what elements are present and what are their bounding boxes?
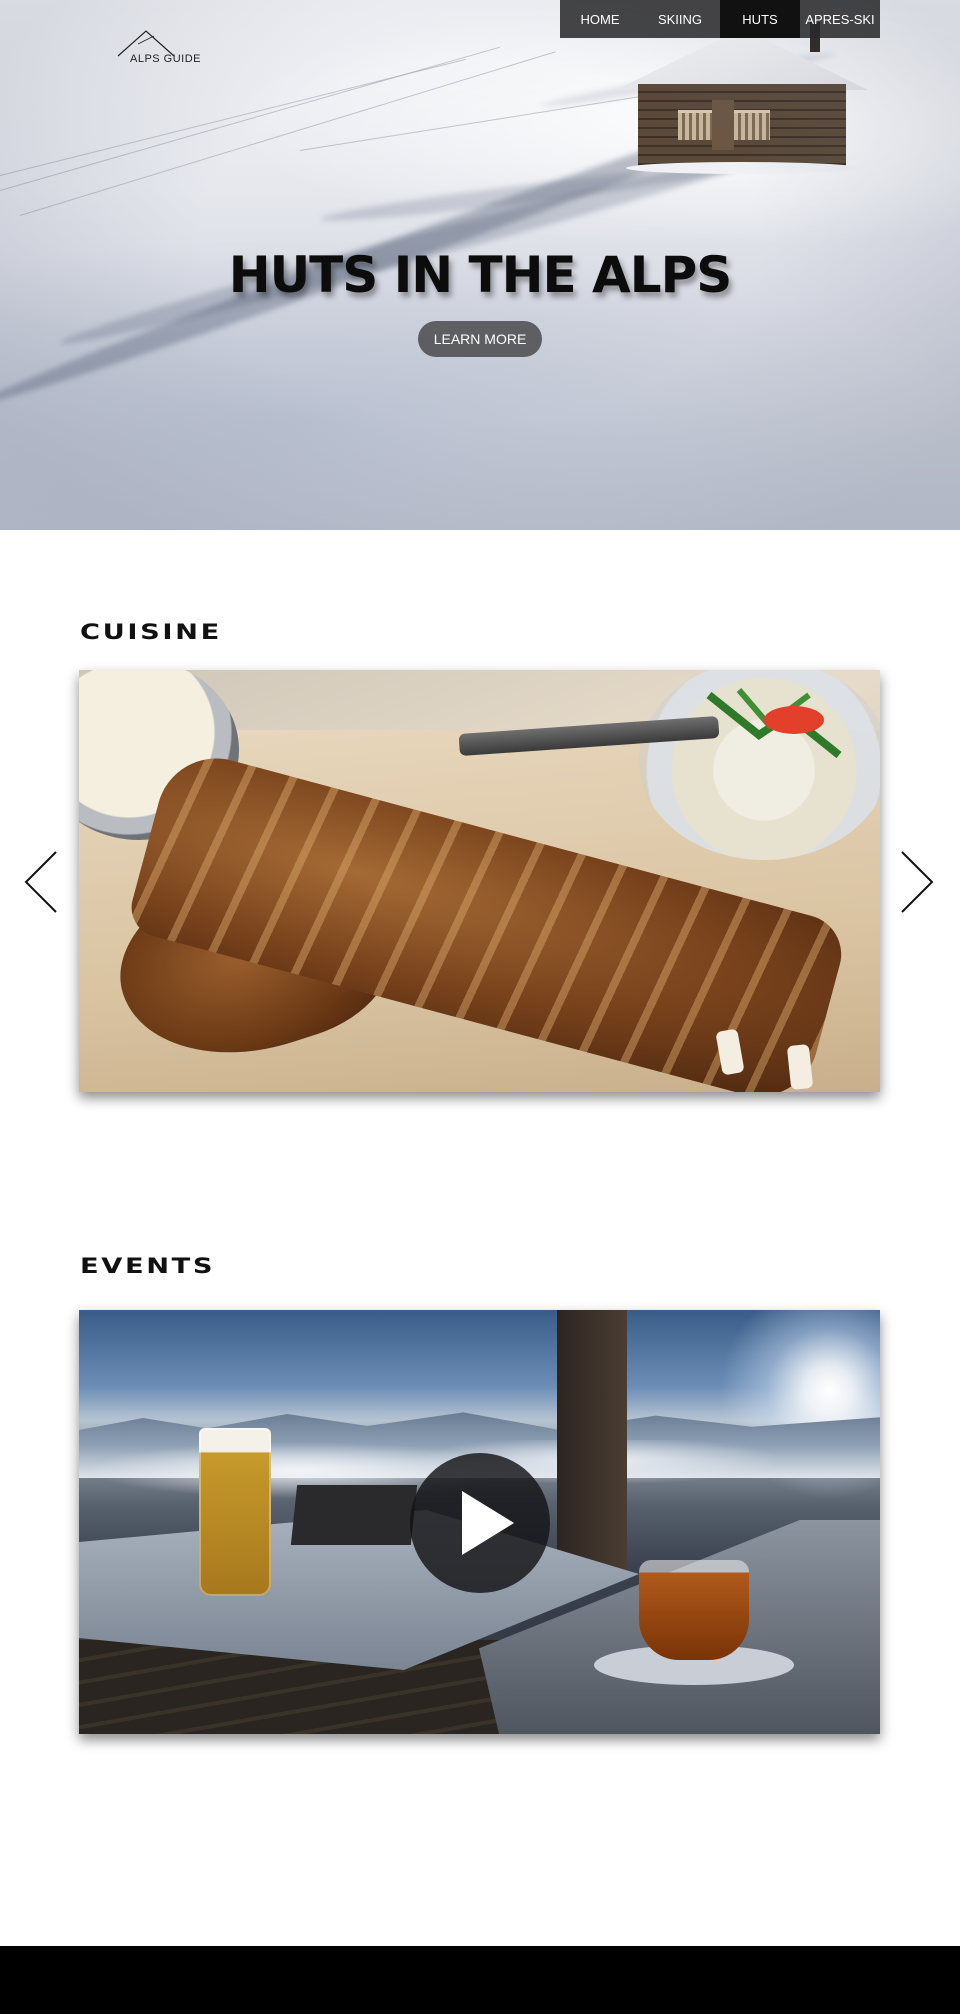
cuisine-carousel-image[interactable]	[79, 670, 880, 1092]
logo-text: ALPS GUIDE	[130, 53, 202, 65]
beer-glass	[199, 1428, 271, 1596]
nav-item-apres-ski[interactable]: APRES-SKI	[800, 0, 880, 38]
nav-item-huts[interactable]: HUTS	[720, 0, 800, 38]
chevron-left-icon	[24, 851, 57, 913]
rib-bone	[786, 1043, 814, 1091]
main-navigation: HOME SKIING HUTS APRES-SKI	[560, 0, 880, 38]
chevron-right-icon	[901, 851, 934, 913]
play-icon	[462, 1491, 514, 1555]
learn-more-button[interactable]: LEARN MORE	[418, 321, 542, 357]
tea-cup	[639, 1560, 749, 1660]
video-play-button[interactable]	[410, 1453, 550, 1593]
site-logo[interactable]: ALPS GUIDE	[116, 28, 212, 68]
carousel-next-button[interactable]	[896, 850, 936, 914]
events-heading: EVENTS	[80, 1254, 216, 1278]
window-post	[557, 1310, 627, 1570]
site-footer	[0, 1946, 960, 2014]
salad-greens	[706, 688, 842, 759]
nav-item-skiing[interactable]: SKIING	[640, 0, 720, 38]
hero-title: HUTS IN THE ALPS	[228, 246, 733, 304]
cuisine-heading: CUISINE	[80, 620, 222, 644]
carousel-prev-button[interactable]	[22, 850, 62, 914]
napkin-holder	[290, 1485, 418, 1545]
nav-item-home[interactable]: HOME	[560, 0, 640, 38]
